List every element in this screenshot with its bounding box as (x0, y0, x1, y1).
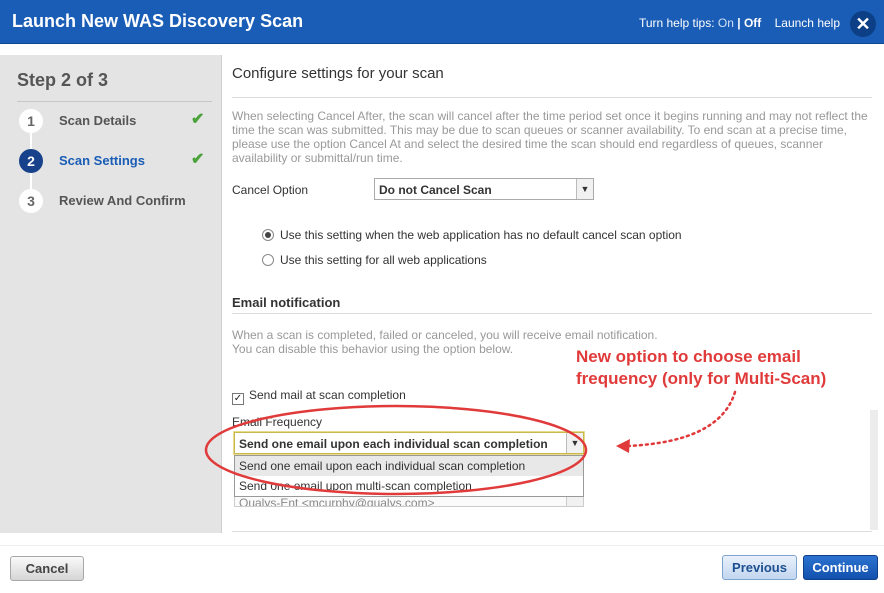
send-mail-option[interactable]: ✓ Send mail at scan completion (232, 388, 406, 405)
checkmark-icon: ✔ (191, 111, 205, 128)
cancel-option-label: Cancel Option (232, 183, 309, 197)
recipient-value: Qualys-Ent <mcurphy@qualys.com> (239, 496, 435, 507)
radio-all-apps[interactable]: Use this setting for all web application… (262, 253, 487, 267)
continue-button[interactable]: Continue (803, 555, 878, 580)
dialog-title-bar: Launch New WAS Discovery Scan Turn help … (0, 0, 884, 44)
step-label: Scan Details (59, 113, 137, 128)
chevron-down-icon: ▼ (566, 433, 583, 453)
radio-label: Use this setting when the web applicatio… (280, 228, 682, 242)
email-info-line-1: When a scan is completed, failed or canc… (232, 328, 658, 342)
footer-divider (0, 545, 884, 546)
previous-button[interactable]: Previous (722, 555, 797, 580)
help-tips-bar: Turn help tips: On | Off Launch help (639, 16, 840, 30)
step-number: 3 (19, 189, 43, 213)
step-label: Review And Confirm (59, 193, 186, 208)
email-frequency-select[interactable]: Send one email upon each individual scan… (234, 432, 584, 454)
step-review-and-confirm[interactable]: 3 Review And Confirm (19, 189, 219, 215)
page-title: Configure settings for your scan (232, 65, 444, 82)
cancel-option-select[interactable]: Do not Cancel Scan ▼ (374, 178, 594, 200)
pointer-arrow-line (626, 390, 737, 448)
chevron-down-icon: ▼ (576, 179, 593, 199)
checkmark-icon: ✔ (191, 151, 205, 168)
cancel-info-text: When selecting Cancel After, the scan wi… (232, 109, 868, 165)
radio-button[interactable] (262, 254, 274, 266)
help-tips-off-link[interactable]: Off (744, 16, 761, 30)
help-tips-on-link[interactable]: On (718, 16, 734, 30)
dropdown-option[interactable]: Send one email upon each individual scan… (235, 456, 583, 476)
email-frequency-dropdown: Send one email upon each individual scan… (234, 455, 584, 497)
radio-default-cancel[interactable]: Use this setting when the web applicatio… (262, 228, 682, 242)
help-tips-label: Turn help tips: (638, 16, 715, 30)
email-notification-heading: Email notification (232, 295, 341, 310)
content-bottom-divider (232, 531, 872, 532)
content-scrollbar[interactable] (870, 410, 878, 530)
cancel-option-value: Do not Cancel Scan (379, 183, 492, 197)
step-scan-settings[interactable]: 2 Scan Settings ✔ (19, 149, 219, 175)
dropdown-option[interactable]: Send one email upon multi-scan completio… (235, 476, 583, 496)
dialog-title: Launch New WAS Discovery Scan (12, 11, 304, 31)
sidebar-divider (17, 101, 212, 102)
step-label: Scan Settings (59, 153, 145, 168)
callout-line-1: New option to choose email (576, 347, 801, 366)
launch-help-link[interactable]: Launch help (775, 16, 840, 30)
email-frequency-value: Send one email upon each individual scan… (239, 437, 548, 451)
callout-line-2: frequency (only for Multi-Scan) (576, 369, 827, 388)
email-frequency-label: Email Frequency (232, 415, 323, 429)
close-icon[interactable]: ✕ (850, 11, 876, 37)
wizard-sidebar: Step 2 of 3 1 Scan Details ✔ 2 Scan Sett… (0, 55, 222, 533)
step-number: 2 (19, 149, 43, 173)
email-divider (232, 313, 872, 314)
step-heading: Step 2 of 3 (17, 70, 109, 90)
arrowhead-icon (616, 439, 630, 453)
send-mail-label: Send mail at scan completion (249, 388, 406, 402)
step-number: 1 (19, 109, 43, 133)
radio-label: Use this setting for all web application… (280, 253, 487, 267)
radio-button[interactable] (262, 229, 274, 241)
title-divider (232, 97, 872, 98)
send-mail-checkbox[interactable]: ✓ (232, 393, 244, 405)
annotation-callout: New option to choose email frequency (on… (576, 346, 876, 390)
step-scan-details[interactable]: 1 Scan Details ✔ (19, 109, 219, 135)
cancel-button[interactable]: Cancel (10, 556, 84, 581)
help-tips-separator: | (737, 16, 741, 30)
